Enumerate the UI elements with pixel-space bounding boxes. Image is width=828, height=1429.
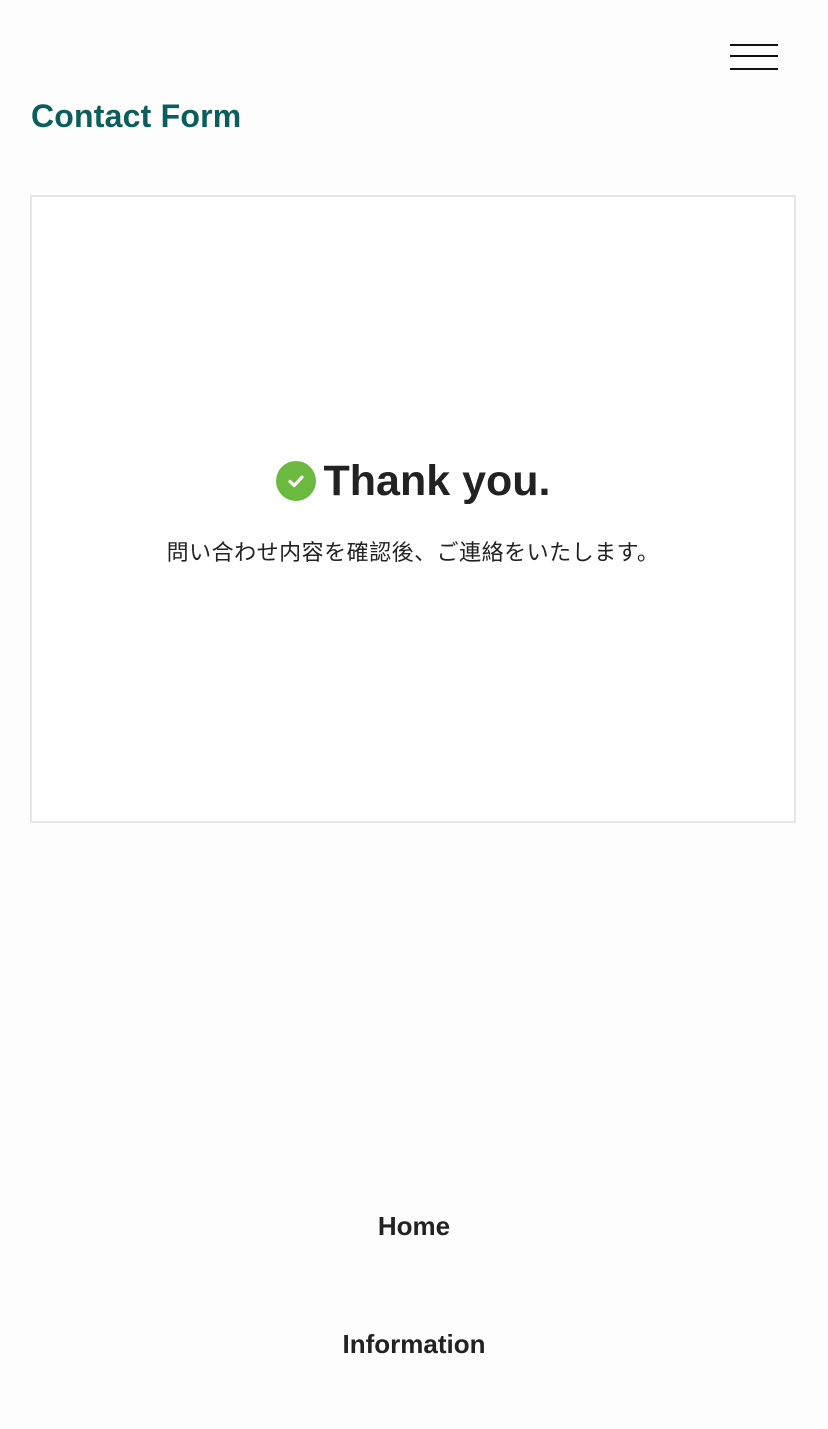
menu-line <box>730 68 778 70</box>
footer-link-home[interactable]: Home <box>0 1196 828 1256</box>
confirmation-message: 問い合わせ内容を確認後、ご連絡をいたします。 <box>166 541 660 566</box>
thank-you-panel: Thank you. 問い合わせ内容を確認後、ご連絡をいたします。 <box>30 195 796 823</box>
footer-link-information[interactable]: Information <box>0 1314 828 1374</box>
menu-line <box>730 55 778 57</box>
menu-line <box>730 44 778 46</box>
page-title: Contact Form <box>31 98 242 134</box>
thank-you-heading-row: Thank you. <box>32 459 794 503</box>
check-circle-icon <box>275 461 316 501</box>
hamburger-menu-button[interactable] <box>730 42 778 72</box>
thank-you-heading: Thank you. <box>323 457 551 505</box>
